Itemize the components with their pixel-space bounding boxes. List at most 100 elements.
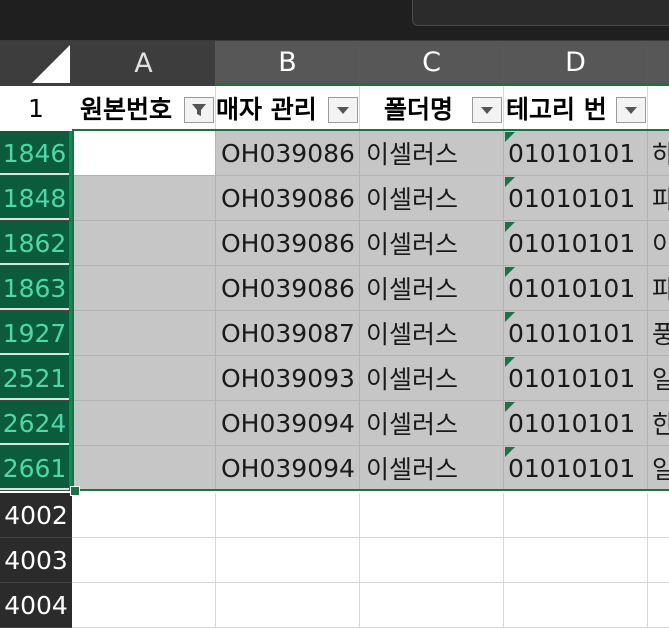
cell-b[interactable]: OH039086 (216, 221, 360, 266)
cell-a[interactable] (72, 266, 216, 311)
empty-cell[interactable] (648, 493, 669, 538)
empty-cell[interactable] (216, 583, 360, 628)
row-header[interactable]: 4004 (0, 583, 72, 628)
cell-d[interactable]: 01010101 (504, 401, 648, 446)
cell-b[interactable]: OH039086 (216, 131, 360, 176)
cell-b[interactable]: OH039093 (216, 356, 360, 401)
column-label: C (422, 46, 441, 78)
cell-a[interactable] (72, 176, 216, 221)
cell-a[interactable] (72, 401, 216, 446)
dropdown-arrow-icon (337, 106, 349, 114)
cell-c[interactable]: 이셀러스 (360, 266, 504, 311)
fill-handle[interactable] (70, 486, 80, 496)
filter-funnel-icon (192, 104, 206, 116)
error-indicator-icon (505, 177, 515, 187)
cell-d[interactable]: 01010101 (504, 131, 648, 176)
cell-e[interactable]: 파 (648, 266, 669, 311)
cell-c[interactable]: 이셀러스 (360, 446, 504, 491)
error-indicator-icon (505, 402, 515, 412)
empty-cell[interactable] (72, 538, 216, 583)
header-text: 원본번호 (80, 94, 173, 124)
cell-e[interactable]: 일 (648, 446, 669, 491)
search-box[interactable] (412, 0, 669, 26)
row-header[interactable]: 1846 (0, 131, 72, 176)
error-indicator-icon (505, 357, 515, 367)
filter-button-a[interactable] (184, 97, 214, 123)
column-header-c[interactable]: C (360, 41, 504, 86)
cell-d[interactable]: 01010101 (504, 176, 648, 221)
error-indicator-icon (505, 267, 515, 277)
empty-cell[interactable] (72, 493, 216, 538)
cell-c[interactable]: 이셀러스 (360, 356, 504, 401)
row-header[interactable]: 2521 (0, 356, 72, 401)
cell-a[interactable] (72, 131, 216, 176)
header-text: 테고리 번 (506, 94, 607, 124)
cell-c[interactable]: 이셀러스 (360, 401, 504, 446)
row-header[interactable]: 2661 (0, 446, 72, 491)
cell-d[interactable]: 01010101 (504, 221, 648, 266)
header-cell-e[interactable] (648, 86, 669, 131)
cell-a[interactable] (72, 356, 216, 401)
column-header-e[interactable] (648, 41, 669, 86)
cell-d[interactable]: 01010101 (504, 311, 648, 356)
row-header[interactable]: 1848 (0, 176, 72, 221)
row-header[interactable]: 1 (0, 86, 72, 131)
cell-a[interactable] (72, 446, 216, 491)
select-all-icon (32, 45, 70, 83)
cell-a[interactable] (72, 311, 216, 356)
error-indicator-icon (505, 132, 515, 142)
cell-e[interactable]: 일 (648, 356, 669, 401)
empty-cell[interactable] (504, 583, 648, 628)
cell-d[interactable]: 01010101 (504, 266, 648, 311)
column-label: D (565, 46, 586, 78)
empty-cell[interactable] (360, 538, 504, 583)
column-header-a[interactable]: A (72, 41, 216, 86)
cell-d[interactable]: 01010101 (504, 356, 648, 401)
column-label: A (134, 48, 153, 79)
error-indicator-icon (505, 312, 515, 322)
cell-e[interactable]: 한 (648, 401, 669, 446)
empty-cell[interactable] (216, 493, 360, 538)
cell-d[interactable]: 01010101 (504, 446, 648, 491)
cell-e[interactable]: 이 (648, 221, 669, 266)
error-indicator-icon (505, 222, 515, 232)
cell-b[interactable]: OH039094 (216, 446, 360, 491)
filter-button-d[interactable] (616, 97, 646, 123)
row-header[interactable]: 2624 (0, 401, 72, 446)
row-header[interactable]: 4002 (0, 493, 72, 538)
cell-b[interactable]: OH039087 (216, 311, 360, 356)
row-header[interactable]: 1863 (0, 266, 72, 311)
cell-b[interactable]: OH039094 (216, 401, 360, 446)
row-header[interactable]: 1927 (0, 311, 72, 356)
empty-cell[interactable] (648, 538, 669, 583)
error-indicator-icon (505, 447, 515, 457)
empty-cell[interactable] (360, 583, 504, 628)
empty-cell[interactable] (504, 493, 648, 538)
empty-cell[interactable] (216, 538, 360, 583)
dropdown-arrow-icon (481, 106, 493, 114)
filter-button-b[interactable] (328, 97, 358, 123)
row-header[interactable]: 1862 (0, 221, 72, 266)
cell-e[interactable]: 풍 (648, 311, 669, 356)
cell-b[interactable]: OH039086 (216, 266, 360, 311)
column-header-d[interactable]: D (504, 41, 648, 86)
column-header-b[interactable]: B (216, 41, 360, 86)
empty-cell[interactable] (72, 583, 216, 628)
cell-e[interactable]: 파 (648, 176, 669, 221)
cell-a[interactable] (72, 221, 216, 266)
column-label: B (278, 46, 297, 78)
cell-c[interactable]: 이셀러스 (360, 176, 504, 221)
cell-c[interactable]: 이셀러스 (360, 311, 504, 356)
filter-button-c[interactable] (472, 97, 502, 123)
cell-b[interactable]: OH039086 (216, 176, 360, 221)
empty-cell[interactable] (504, 538, 648, 583)
empty-cell[interactable] (360, 493, 504, 538)
cell-c[interactable]: 이셀러스 (360, 221, 504, 266)
cell-e[interactable]: 하 (648, 131, 669, 176)
header-text: 매자 관리 (216, 94, 317, 124)
dropdown-arrow-icon (625, 106, 637, 114)
cell-c[interactable]: 이셀러스 (360, 131, 504, 176)
empty-cell[interactable] (648, 583, 669, 628)
row-header[interactable]: 4003 (0, 538, 72, 583)
row-number: 1 (28, 94, 44, 123)
